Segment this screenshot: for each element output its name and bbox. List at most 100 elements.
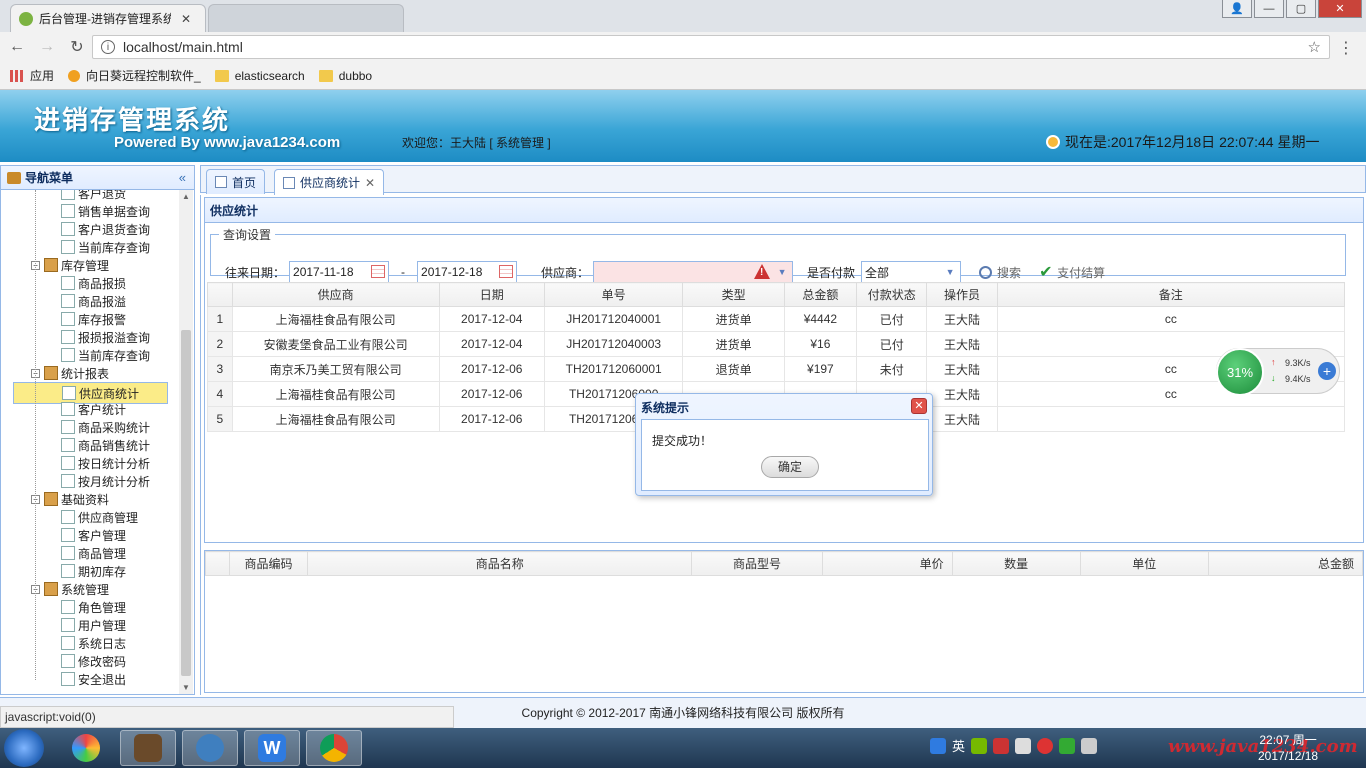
nav-folder[interactable]: − 统计报表 (31, 364, 109, 382)
qq-input-icon[interactable] (930, 737, 946, 754)
column-header[interactable]: 操作员 (926, 282, 998, 307)
security-icon[interactable] (1037, 737, 1054, 754)
shield-icon[interactable] (1059, 737, 1076, 754)
nav-item[interactable]: 用户管理 (61, 616, 126, 634)
dialog-close-button[interactable]: ✕ (911, 398, 927, 414)
browser-tab-inactive[interactable] (208, 4, 404, 32)
close-tab-icon[interactable]: ✕ (365, 176, 375, 190)
date-to-input[interactable]: 2017-12-18 (417, 261, 518, 283)
nav-item[interactable]: 客户退货 (61, 190, 126, 202)
table-row[interactable]: 3 南京禾乃美工贸有限公司 2017-12-06 TH201712060001 退货单 ¥… (207, 356, 1346, 382)
volume-icon[interactable] (1081, 737, 1098, 754)
nav-item[interactable]: 报损报溢查询 (61, 328, 150, 346)
nav-item[interactable]: 当前库存查询 (61, 346, 150, 364)
info-icon[interactable]: i (101, 40, 115, 54)
nav-item[interactable]: 库存报警 (61, 310, 126, 328)
column-header[interactable]: 商品编码 (229, 551, 309, 576)
nav-item[interactable]: 按日统计分析 (61, 454, 150, 472)
nav-item[interactable]: 当前库存查询 (61, 238, 150, 256)
ok-button[interactable]: 确定 (761, 456, 819, 478)
bookmark-dubbo[interactable]: dubbo (318, 69, 372, 83)
ime-indicator[interactable]: 英 (952, 736, 965, 755)
nav-item[interactable]: 销售单据查询 (61, 202, 150, 220)
taskbar-app-eclipse[interactable] (120, 730, 176, 766)
nav-item[interactable]: 商品采购统计 (61, 418, 150, 436)
column-header[interactable]: 供应商 (231, 282, 440, 307)
nav-item[interactable]: 期初库存 (61, 562, 126, 580)
taskbar-app-wps[interactable]: W (244, 730, 300, 766)
column-header[interactable]: 商品型号 (691, 551, 823, 576)
nav-item[interactable]: 角色管理 (61, 598, 126, 616)
nav-item[interactable]: 修改密码 (61, 652, 126, 670)
nav-item[interactable]: 按月统计分析 (61, 472, 150, 490)
browser-tab-active[interactable]: 后台管理-进销存管理系统 ✕ (10, 4, 206, 32)
collapse-icon[interactable]: « (179, 170, 186, 185)
column-header[interactable]: 总金额 (783, 282, 858, 307)
table-row[interactable]: 2 安徽麦堡食品工业有限公司 2017-12-04 JH201712040003 进货单… (207, 331, 1346, 357)
star-icon[interactable]: ☆ (1308, 38, 1321, 56)
calendar-icon[interactable] (371, 265, 386, 278)
scroll-up-icon[interactable]: ▲ (182, 192, 190, 201)
chevron-down-icon[interactable]: ▼ (943, 265, 957, 279)
column-header[interactable]: 数量 (951, 551, 1081, 576)
calendar-icon[interactable] (499, 265, 514, 278)
back-icon[interactable]: ← (4, 38, 30, 56)
column-header[interactable]: 单位 (1079, 551, 1209, 576)
scroll-down-icon[interactable]: ▼ (182, 683, 190, 692)
column-header[interactable]: 备注 (996, 282, 1346, 307)
taskbar-clock[interactable]: 22:07 周一 2017/12/18 (1258, 732, 1318, 764)
column-header[interactable]: 类型 (682, 282, 785, 307)
tool-icon[interactable] (993, 737, 1010, 754)
scroll-thumb[interactable] (181, 330, 191, 676)
taskbar-app-mysql[interactable] (182, 730, 238, 766)
nav-folder[interactable]: − 系统管理 (31, 580, 109, 598)
nav-item[interactable]: 商品管理 (61, 544, 126, 562)
bookmark-sunlogin[interactable]: 向日葵远程控制软件_ (68, 67, 201, 84)
forward-icon[interactable]: → (34, 38, 60, 56)
nav-item[interactable]: 客户统计 (61, 400, 126, 418)
taskbar-app-photos[interactable] (58, 730, 114, 766)
tab-home[interactable]: 首页 (206, 169, 266, 194)
reload-icon[interactable]: ↻ (64, 37, 90, 57)
nvidia-icon[interactable] (971, 737, 988, 754)
nav-item[interactable]: 商品销售统计 (61, 436, 150, 454)
pay-settle-button[interactable]: ✔ 支付结算 (1039, 264, 1105, 281)
column-header[interactable]: 商品名称 (307, 551, 693, 576)
nav-item[interactable]: 客户管理 (61, 526, 126, 544)
maximize-button[interactable]: ▢ (1286, 0, 1316, 18)
nav-folder[interactable]: − 库存管理 (31, 256, 109, 274)
bookmark-apps[interactable]: 应用 (10, 67, 54, 84)
tab-supplier-stats[interactable]: 供应商统计 ✕ (274, 169, 385, 195)
column-header[interactable]: 日期 (438, 282, 545, 307)
address-bar[interactable]: i localhost/main.html ☆ (92, 35, 1330, 59)
column-header[interactable]: 总金额 (1207, 551, 1364, 576)
close-tab-icon[interactable]: ✕ (181, 12, 191, 26)
minimize-button[interactable]: — (1254, 0, 1284, 18)
table-row[interactable]: 1 上海福桂食品有限公司 2017-12-04 JH201712040001 进货单 ¥4… (207, 306, 1346, 332)
network-icon[interactable] (1015, 737, 1032, 754)
menu-icon[interactable]: ⋮ (1338, 38, 1354, 58)
network-speed-widget[interactable]: 31% ↑ 9.3K/s ↓ 9.4K/s + (1216, 348, 1340, 396)
nav-item[interactable]: 系统日志 (61, 634, 126, 652)
search-button[interactable]: 搜索 (979, 264, 1021, 281)
close-window-button[interactable]: ✕ (1318, 0, 1362, 18)
column-header[interactable]: 付款状态 (856, 282, 928, 307)
date-from-input[interactable]: 2017-11-18 (289, 261, 390, 283)
start-button[interactable] (4, 729, 44, 767)
taskbar-app-chrome[interactable] (306, 730, 362, 766)
nav-folder[interactable]: − 基础资料 (31, 490, 109, 508)
nav-item[interactable]: 商品报溢 (61, 292, 126, 310)
nav-item[interactable]: 安全退出 (61, 670, 126, 688)
bookmark-elasticsearch[interactable]: elasticsearch (214, 69, 305, 83)
supplier-combobox[interactable]: ▼ (593, 261, 794, 283)
plus-icon[interactable]: + (1318, 362, 1336, 380)
nav-item[interactable]: 商品报损 (61, 274, 126, 292)
column-header[interactable]: 单价 (821, 551, 953, 576)
nav-item[interactable]: 客户退货查询 (61, 220, 150, 238)
paid-select[interactable]: 全部 ▼ (861, 261, 962, 283)
user-icon[interactable]: 👤 (1222, 0, 1252, 18)
column-header[interactable]: 单号 (543, 282, 684, 307)
nav-scrollbar[interactable]: ▲ ▼ (179, 190, 193, 694)
nav-item[interactable]: 供应商管理 (61, 508, 138, 526)
chevron-down-icon[interactable]: ▼ (775, 265, 789, 279)
